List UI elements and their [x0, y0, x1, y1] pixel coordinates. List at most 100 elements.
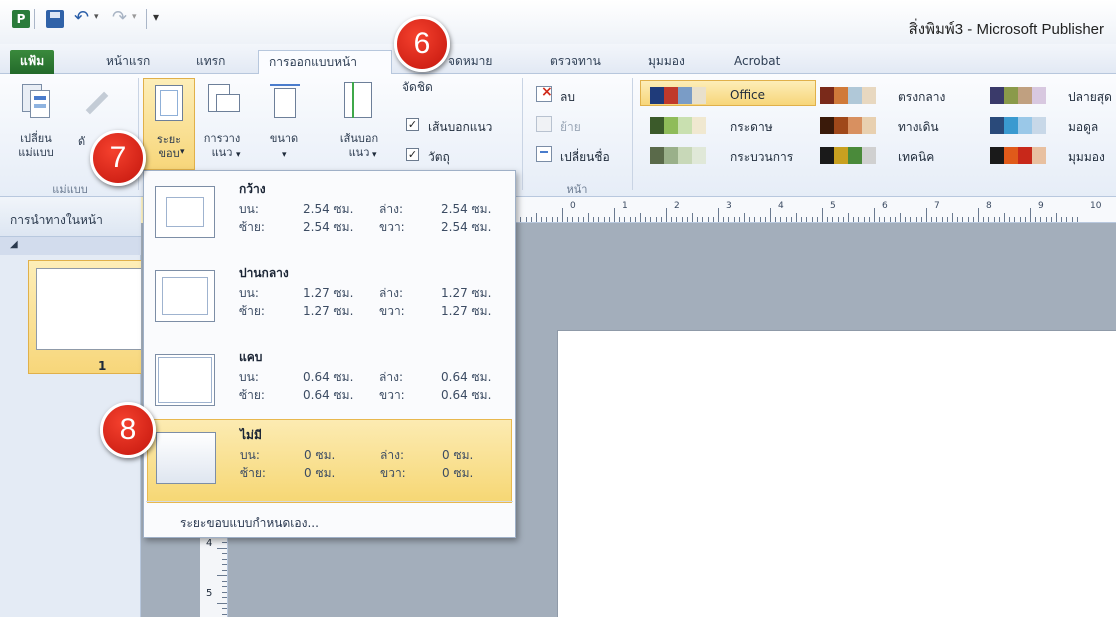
color-scheme-item[interactable]: มอดูล	[990, 117, 1116, 135]
edit-template-icon	[80, 86, 114, 120]
redo-icon: ↷	[112, 7, 128, 28]
ruler-tick	[1061, 217, 1063, 222]
ruler-tick	[780, 217, 782, 222]
vruler-tick	[222, 586, 227, 587]
swatch-color	[848, 147, 862, 164]
color-scheme-item[interactable]: ปลายสุด	[990, 87, 1116, 105]
color-scheme-swatch	[650, 87, 706, 104]
guides-checkbox[interactable]: ✓	[406, 118, 419, 131]
tab-review[interactable]: ตรวจทาน	[540, 50, 611, 74]
margin-option-2[interactable]: ปานกลาง บน: 1.27 ซม. ล่าง: 1.27 ซม. ซ้าย: 1.27…	[147, 258, 512, 342]
horizontal-ruler[interactable]: 0 1 2 3 4 5 6 7 8 9 10	[510, 197, 1116, 223]
change-template-icon[interactable]	[22, 84, 52, 120]
ruler-tick	[868, 217, 870, 222]
orientation-dropdown-icon[interactable]: ▾	[236, 150, 241, 160]
margin-option-3[interactable]: แคบ บน: 0.64 ซม. ล่าง: 0.64 ซม. ซ้าย: 0.64 ซม.…	[147, 342, 512, 426]
color-scheme-item[interactable]: มุมมอง	[990, 147, 1116, 165]
swatch-color	[862, 117, 876, 134]
ruler-tick	[562, 208, 563, 222]
tab-insert[interactable]: แทรก	[186, 50, 235, 74]
custom-margins-item[interactable]: ระยะขอบแบบกำหนดเอง...	[180, 514, 319, 533]
undo-icon[interactable]: ↶	[74, 7, 89, 28]
margin-right-label: ขวา:	[379, 304, 405, 318]
ruler-label: 1	[622, 201, 628, 211]
swatch-color	[862, 147, 876, 164]
color-scheme-item[interactable]: เทคนิค	[820, 147, 980, 165]
color-scheme-name: ตรงกลาง	[898, 90, 946, 104]
rename-page-label[interactable]: เปลี่ยนชื่อ	[560, 148, 610, 167]
swatch-color	[1018, 117, 1032, 134]
color-scheme-item[interactable]: กระบวนการ	[650, 147, 810, 165]
ruler-tick	[712, 217, 714, 222]
color-scheme-swatch	[990, 147, 1046, 164]
ruler-tick	[536, 213, 537, 222]
undo-dropdown-icon[interactable]: ▾	[94, 12, 99, 22]
tab-file[interactable]: แฟ้ม	[10, 50, 55, 74]
margins-button[interactable]: ระยะ ขอบ ▾	[143, 78, 195, 170]
ruler-tick	[915, 217, 917, 222]
rename-page-icon[interactable]	[536, 146, 552, 162]
size-icon[interactable]	[268, 84, 302, 120]
template-group-label: แม่แบบ	[52, 183, 88, 196]
ruler-tick	[1004, 213, 1005, 222]
margins-dropdown-menu: กว้าง บน: 2.54 ซม. ล่าง: 2.54 ซม. ซ้าย: 2.54 ซ…	[143, 170, 516, 538]
tab-page-design[interactable]: การออกแบบหน้า	[258, 50, 392, 74]
publication-page[interactable]	[557, 330, 1116, 617]
page-thumbnail-selected[interactable]	[28, 260, 148, 374]
vruler-tick	[217, 602, 227, 604]
delete-page-icon[interactable]: ×	[536, 84, 553, 102]
vruler-tick	[222, 608, 227, 609]
margin-option-4[interactable]: ไม่มี บน: 0 ซม. ล่าง: 0 ซม. ซ้าย: 0 ซม. ขวา: 0 ซ…	[147, 419, 512, 503]
ruler-tick	[541, 217, 543, 222]
ruler-label: 3	[726, 201, 732, 211]
color-scheme-swatch	[820, 117, 876, 134]
ruler-tick	[588, 213, 589, 222]
swatch-color	[1032, 147, 1046, 164]
save-icon[interactable]	[46, 10, 64, 28]
color-scheme-item[interactable]: ตรงกลาง	[820, 87, 980, 105]
color-scheme-item[interactable]: ทางเดิน	[820, 117, 980, 135]
margin-option-1[interactable]: กว้าง บน: 2.54 ซม. ล่าง: 2.54 ซม. ซ้าย: 2.54 ซ…	[147, 174, 512, 258]
margins-dropdown-icon: ▾	[180, 147, 185, 157]
tab-view[interactable]: มุมมอง	[638, 50, 695, 74]
margin-left: 2.54 ซม.	[303, 220, 354, 234]
swatch-color	[650, 147, 664, 164]
margin-top-label: บน:	[239, 286, 259, 300]
ruler-tick	[660, 217, 662, 222]
vruler-tick	[222, 558, 227, 560]
collapse-icon[interactable]: ◢	[10, 239, 18, 250]
group-separator	[632, 78, 633, 190]
guides-icon[interactable]	[342, 82, 376, 120]
ruler-tick	[1040, 217, 1042, 222]
orientation-icon[interactable]	[208, 84, 240, 118]
objects-checkbox-label[interactable]: วัตถุ	[428, 148, 450, 167]
guides-checkbox-label[interactable]: เส้นบอกแนว	[428, 118, 492, 137]
margin-right: 1.27 ซม.	[441, 304, 492, 318]
margin-guide-box	[162, 277, 208, 315]
guides-label[interactable]: เส้นบอก แนว	[332, 132, 386, 160]
color-scheme-item[interactable]: Office	[650, 87, 810, 105]
change-template-label[interactable]: เปลี่ยน แม่แบบ	[16, 132, 56, 160]
ribbon-tabs: แฟ้ม หน้าแรก แทรก การออกแบบหน้า จดหมาย ต…	[0, 44, 1116, 74]
swatch-color	[1004, 87, 1018, 104]
publisher-app-icon[interactable]: P	[12, 10, 30, 28]
margin-top: 1.27 ซม.	[303, 286, 354, 300]
swatch-color	[990, 87, 1004, 104]
tab-acrobat[interactable]: Acrobat	[724, 50, 790, 74]
ruler-tick	[842, 217, 844, 222]
delete-page-label[interactable]: ลบ	[560, 88, 575, 107]
color-scheme-item[interactable]: กระดาษ	[650, 117, 810, 135]
ruler-tick	[957, 217, 959, 222]
customize-qat-icon[interactable]: ▾	[153, 10, 159, 24]
margin-right-label: ขวา:	[380, 466, 406, 480]
size-label[interactable]: ขนาด	[262, 132, 306, 146]
ruler-tick	[941, 217, 943, 222]
size-dropdown-icon[interactable]: ▾	[282, 150, 287, 160]
objects-checkbox[interactable]: ✓	[406, 148, 419, 161]
margin-top-label: บน:	[239, 202, 259, 216]
guides-dropdown-icon[interactable]: ▾	[372, 150, 377, 160]
ruler-tick	[582, 217, 584, 222]
ruler-tick	[707, 217, 709, 222]
tab-home[interactable]: หน้าแรก	[96, 50, 160, 74]
swatch-color	[848, 87, 862, 104]
